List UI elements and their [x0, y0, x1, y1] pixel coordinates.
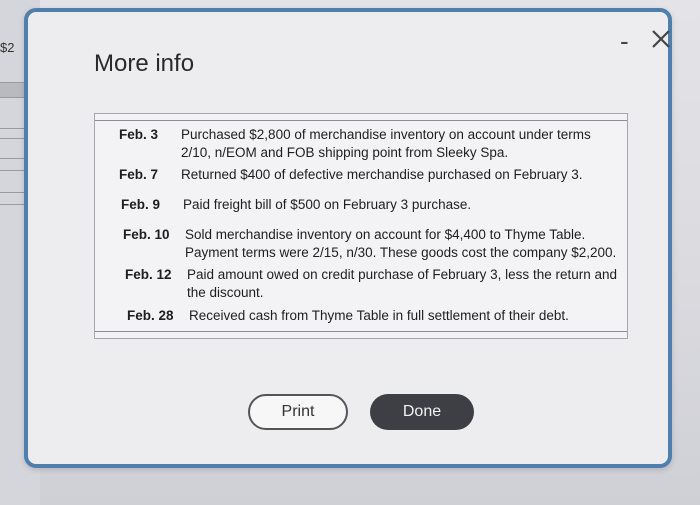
- close-icon: [652, 30, 670, 48]
- entry-date: Feb. 10: [123, 227, 170, 242]
- table-bottom-rule: [95, 331, 627, 332]
- entry-date: Feb. 3: [119, 127, 159, 142]
- transactions-table: Feb. 3 Purchased $2,800 of merchandise i…: [94, 113, 628, 339]
- entry-date: Feb. 9: [121, 197, 161, 212]
- entry-description: Received cash from Thyme Table in full s…: [189, 308, 569, 323]
- more-info-dialog: More info - Feb. 3 Purchased $2,800 of m…: [24, 8, 672, 468]
- entry-description: Purchased $2,800 of merchandise inventor…: [181, 127, 591, 142]
- print-button[interactable]: Print: [248, 394, 348, 430]
- background-amount: $2: [0, 40, 15, 55]
- done-button[interactable]: Done: [370, 394, 474, 430]
- entry-description: the discount.: [187, 285, 264, 300]
- minimize-button[interactable]: -: [620, 28, 629, 54]
- entry-description: Returned $400 of defective merchandise p…: [181, 167, 583, 182]
- close-button[interactable]: [650, 28, 672, 54]
- dialog-title: More info: [94, 50, 195, 77]
- table-top-rule: [95, 120, 627, 121]
- entry-description: Paid freight bill of $500 on February 3 …: [183, 197, 472, 212]
- entry-description: 2/10, n/EOM and FOB shipping point from …: [181, 145, 509, 160]
- entry-description: Sold merchandise inventory on account fo…: [185, 227, 586, 242]
- entry-date: Feb. 7: [119, 167, 159, 182]
- entry-date: Feb. 12: [125, 267, 172, 282]
- entry-description: Payment terms were 2/15, n/30. These goo…: [185, 245, 617, 260]
- entry-date: Feb. 28: [127, 308, 174, 323]
- entry-description: Paid amount owed on credit purchase of F…: [187, 267, 617, 282]
